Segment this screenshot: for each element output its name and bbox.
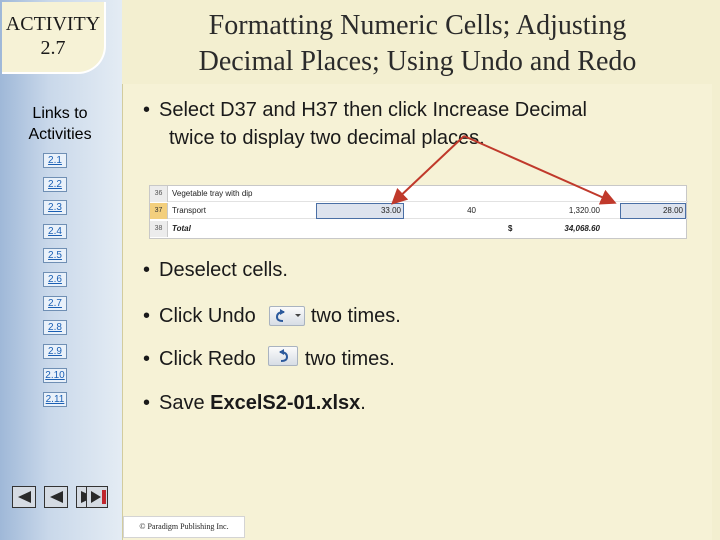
link-activity-2-3[interactable]: 2.3 (43, 200, 67, 215)
link-activity-2-8[interactable]: 2.8 (43, 320, 67, 335)
bullet-text: Save (159, 392, 205, 414)
cell-label: Vegetable tray with dip (172, 189, 253, 198)
bullet-text: Select D37 and H37 then click Increase D… (159, 99, 587, 121)
cell-label: Transport (172, 206, 206, 215)
link-activity-2-5[interactable]: 2.5 (43, 248, 67, 263)
content-panel: • Select D37 and H37 then click Increase … (122, 84, 712, 540)
bullet-text: Deselect cells. (159, 259, 288, 281)
cell-label: Total (172, 224, 191, 233)
activity-badge: ACTIVITY 2.7 (2, 2, 106, 74)
activity-label: ACTIVITY (5, 13, 101, 35)
links-title-line2: Activities (28, 126, 92, 143)
cell-f37: 40 (467, 206, 476, 215)
bullet-save: • Save ExcelS2-01.xlsx. (143, 392, 366, 414)
spreadsheet-excerpt: 36 Vegetable tray with dip 37 Transport … (149, 185, 688, 239)
link-activity-2-4[interactable]: 2.4 (43, 224, 67, 239)
table-row: 38 Total $ 34,068.60 (150, 221, 688, 237)
cell-d37[interactable]: 33.00 (316, 203, 404, 219)
link-activity-2-10[interactable]: 2.10 (43, 368, 67, 383)
end-icon (91, 490, 106, 504)
cell-f38: $ (508, 224, 513, 233)
bullet-text: . (360, 392, 366, 414)
bullet-text: Click Undo (159, 305, 256, 327)
link-activity-2-2[interactable]: 2.2 (43, 177, 67, 192)
table-row: 37 Transport 33.00 40 1,320.00 28.00 (150, 203, 688, 219)
activity-number: 2.7 (40, 37, 66, 59)
bullet-deselect: • Deselect cells. (143, 259, 288, 281)
link-activity-2-1[interactable]: 2.1 (43, 153, 67, 168)
row-number: 38 (150, 221, 168, 237)
bullet-text: Click Redo (159, 348, 256, 370)
undo-button[interactable] (269, 306, 305, 326)
triangle-left-icon (50, 491, 63, 503)
triangle-left-icon (18, 491, 31, 503)
links-title-line1: Links to (32, 105, 88, 122)
bullet-select-cells: • Select D37 and H37 then click Increase … (143, 99, 587, 149)
bullet-text: two times. (310, 305, 401, 327)
link-activity-2-11[interactable]: 2.11 (43, 392, 67, 407)
link-activity-2-6[interactable]: 2.6 (43, 272, 67, 287)
cell-h37[interactable]: 28.00 (620, 203, 686, 219)
file-name: ExcelS2-01.xlsx (210, 392, 361, 414)
sidebar: ACTIVITY 2.7 Links to Activities 2.1 2.2… (0, 0, 122, 540)
page-title-line2: Decimal Places; Using Undo and Redo (198, 46, 637, 77)
nav-previous-button[interactable] (44, 486, 68, 508)
redo-icon (279, 349, 289, 362)
copyright-footer: © Paradigm Publishing Inc. (123, 516, 245, 538)
row-number: 37 (150, 203, 168, 219)
links-title: Links to Activities (0, 103, 120, 145)
row-number: 36 (150, 186, 168, 202)
page-title: Formatting Numeric Cells; Adjusting Deci… (150, 8, 685, 80)
cell-g37: 1,320.00 (568, 206, 600, 215)
nav-first-button[interactable] (12, 486, 36, 508)
table-row: 36 Vegetable tray with dip (150, 186, 688, 202)
link-activity-2-7[interactable]: 2.7 (43, 296, 67, 311)
bullet-text: twice to display two decimal places. (169, 127, 485, 149)
bullet-text: two times. (304, 348, 395, 370)
redo-button[interactable] (268, 346, 298, 366)
undo-icon (275, 309, 301, 322)
link-activity-2-9[interactable]: 2.9 (43, 344, 67, 359)
cell-g38: 34,068.60 (564, 224, 600, 233)
page-title-line1: Formatting Numeric Cells; Adjusting (208, 10, 627, 41)
nav-last-button[interactable] (86, 486, 108, 508)
